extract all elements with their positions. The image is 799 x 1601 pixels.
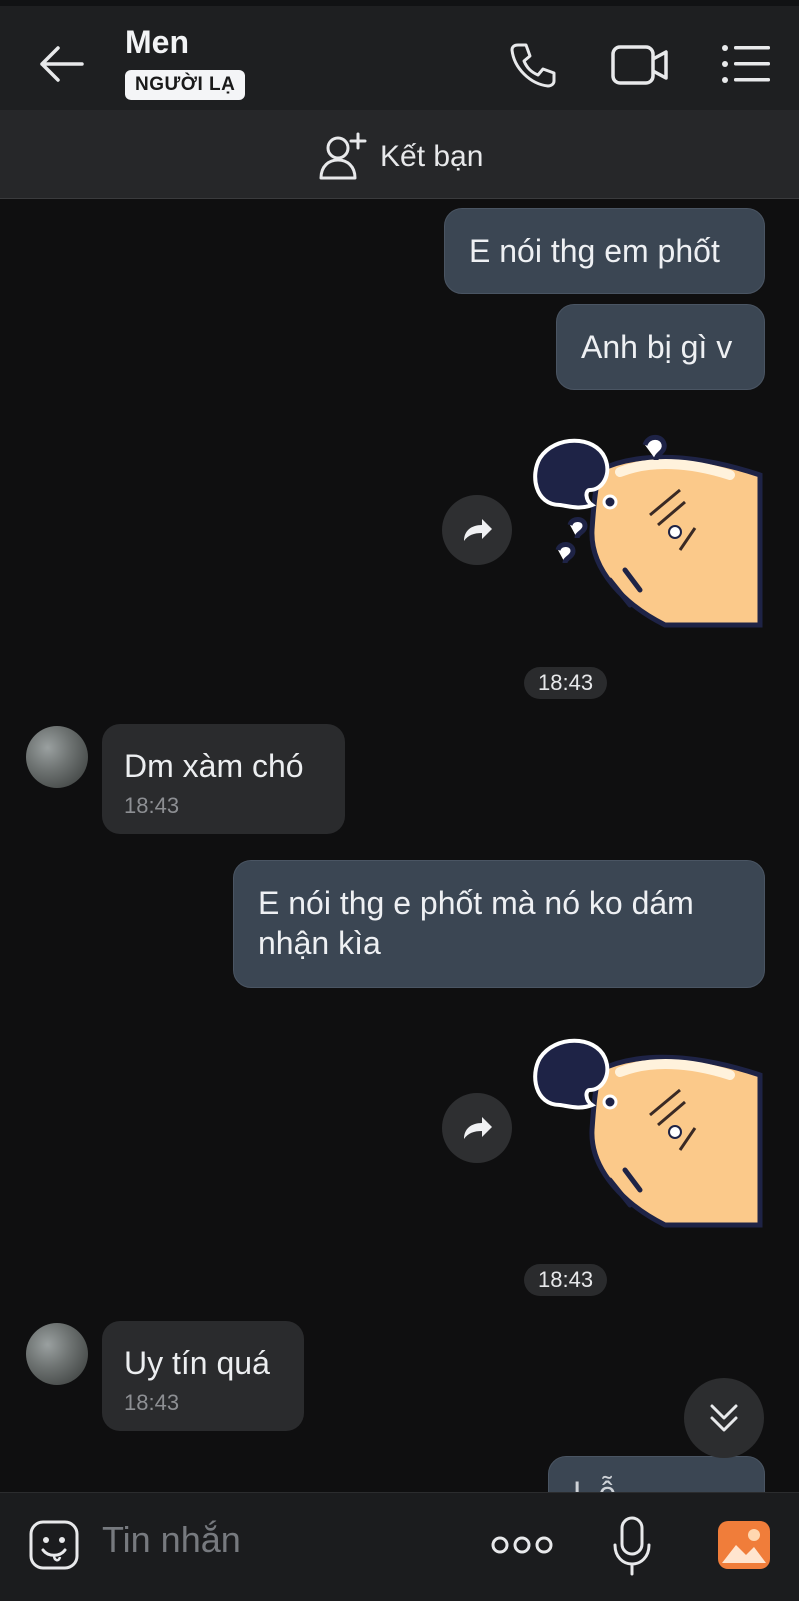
list-menu-icon[interactable]: [720, 42, 772, 86]
video-camera-icon[interactable]: [610, 42, 670, 88]
message-composer: Tin nhắn: [0, 1492, 799, 1601]
message-bubble-in[interactable]: Uy tín quá 18:43: [102, 1321, 304, 1431]
message-time: 18:43: [124, 793, 180, 818]
add-friend-icon: [319, 132, 367, 180]
avatar[interactable]: [26, 726, 88, 788]
avatar[interactable]: [26, 1323, 88, 1385]
cat-sticker-image[interactable]: [530, 1030, 765, 1230]
message-text: E nói thg em phốt: [469, 233, 720, 269]
message-bubble-out[interactable]: Anh bị gì v: [556, 304, 765, 390]
timestamp-divider: 18:43: [524, 667, 608, 699]
stranger-badge: NGƯỜI LẠ: [125, 70, 246, 100]
contact-name[interactable]: Men: [125, 24, 189, 61]
more-dots-icon[interactable]: [490, 1533, 554, 1557]
message-text: Uy tín quá: [124, 1345, 270, 1381]
microphone-icon[interactable]: [610, 1515, 654, 1577]
share-forward-icon: [464, 519, 492, 541]
message-bubble-out[interactable]: E nói thg em phốt: [444, 208, 765, 294]
message-bubble-in[interactable]: Dm xàm chó 18:43: [102, 724, 345, 834]
cat-sticker-image[interactable]: [530, 430, 765, 630]
message-input[interactable]: Tin nhắn: [102, 1519, 241, 1561]
image-icon[interactable]: [716, 1519, 772, 1571]
message-bubble-out[interactable]: E nói thg e phốt mà nó ko dám nhận kìa: [233, 860, 765, 988]
scroll-to-bottom-button[interactable]: [684, 1378, 764, 1458]
chevron-double-down-icon: [710, 1404, 738, 1432]
add-friend-bar[interactable]: Kết bạn: [0, 110, 799, 199]
message-time: 18:43: [124, 1390, 180, 1415]
message-text: E nói thg e phốt mà nó ko dám nhận kìa: [258, 885, 694, 961]
timestamp-divider: 18:43: [524, 1264, 608, 1296]
emoji-icon[interactable]: [28, 1519, 80, 1571]
share-forward-icon: [464, 1117, 492, 1139]
chat-header: Men NGƯỜI LẠ: [0, 6, 799, 110]
back-arrow-icon[interactable]: [36, 42, 86, 86]
add-friend-label: Kết bạn: [380, 140, 484, 173]
forward-button[interactable]: [442, 495, 512, 565]
phone-icon[interactable]: [508, 40, 558, 90]
message-text: Dm xàm chó: [124, 748, 304, 784]
forward-button[interactable]: [442, 1093, 512, 1163]
message-text: Anh bị gì v: [581, 329, 733, 365]
